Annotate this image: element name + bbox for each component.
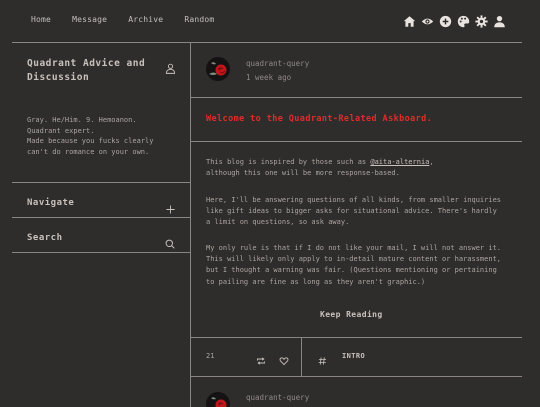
eye-icon[interactable] (421, 13, 434, 26)
post-timestamp[interactable]: 1 week ago (246, 73, 291, 82)
post-title: Welcome to the Quadrant-Related Askboard… (206, 114, 433, 124)
nav-icons (403, 13, 506, 28)
post-paragraph-3: My only rule is that if I do not like yo… (206, 244, 502, 286)
nav-link-home[interactable]: Home (31, 15, 51, 24)
post-paragraph-2: Here, I'll be answering questions of all… (206, 196, 502, 227)
post-footer-divider-mid (301, 337, 302, 377)
mention-link[interactable]: @aita-alternia (370, 158, 429, 166)
post-footer-divider-top (190, 337, 522, 338)
sidebar-divider-2 (12, 217, 190, 218)
bio-line: can't do romance on your own. (27, 147, 150, 156)
next-post-author[interactable]: quadrant-query (246, 393, 309, 402)
nav-link-archive[interactable]: Archive (128, 15, 163, 24)
post-author[interactable]: quadrant-query (246, 59, 309, 68)
blog-title: Quadrant Advice and Discussion (27, 58, 146, 83)
note-count[interactable]: 21 (206, 352, 214, 360)
nav-link-random[interactable]: Random (184, 15, 214, 24)
search-label[interactable]: Search (27, 233, 63, 243)
sidebar-divider-1 (12, 182, 190, 183)
keep-reading-link[interactable]: Keep Reading (320, 310, 383, 319)
header-divider-right (190, 42, 522, 43)
navigate-toggle[interactable]: Navigate (27, 198, 74, 208)
avatar[interactable] (206, 392, 230, 407)
hashtag-icon (318, 351, 327, 365)
home-icon[interactable] (403, 13, 416, 27)
bio-line: Gray. He/Him. 9. Hemoanon. (27, 116, 137, 124)
post-title-divider (190, 141, 522, 142)
post-text: although this one will be more response-… (206, 169, 400, 178)
avatar[interactable] (206, 57, 230, 81)
post-header-divider (190, 97, 522, 98)
top-navigation: Home Message Archive Random (0, 0, 540, 42)
reblog-icon[interactable] (256, 351, 266, 365)
header-divider-left (12, 42, 190, 43)
add-icon[interactable] (439, 13, 452, 28)
bio-line: Quadrant expert. (27, 126, 95, 135)
gear-icon[interactable] (475, 13, 488, 28)
blog-description: Gray. He/Him. 9. Hemoanon. Quadrant expe… (27, 115, 187, 157)
palette-icon[interactable] (457, 13, 470, 28)
bio-line: Made because you fucks clearly (27, 137, 154, 145)
sidebar-divider-3 (12, 252, 190, 253)
heart-icon[interactable] (279, 351, 289, 366)
post-text: This blog is inspired by those such as (206, 158, 371, 166)
plus-icon[interactable] (166, 199, 175, 214)
person-icon[interactable] (493, 13, 506, 28)
post-paragraph-1: This blog is inspired by those such as @… (206, 157, 502, 179)
post-footer-divider-bottom (190, 376, 522, 377)
tag-intro[interactable]: INTRO (342, 352, 365, 360)
post-text: , (429, 158, 434, 166)
user-icon[interactable] (165, 59, 176, 74)
nav-link-message[interactable]: Message (72, 15, 107, 24)
search-icon[interactable] (165, 234, 175, 249)
nav-links: Home Message Archive Random (31, 15, 214, 24)
